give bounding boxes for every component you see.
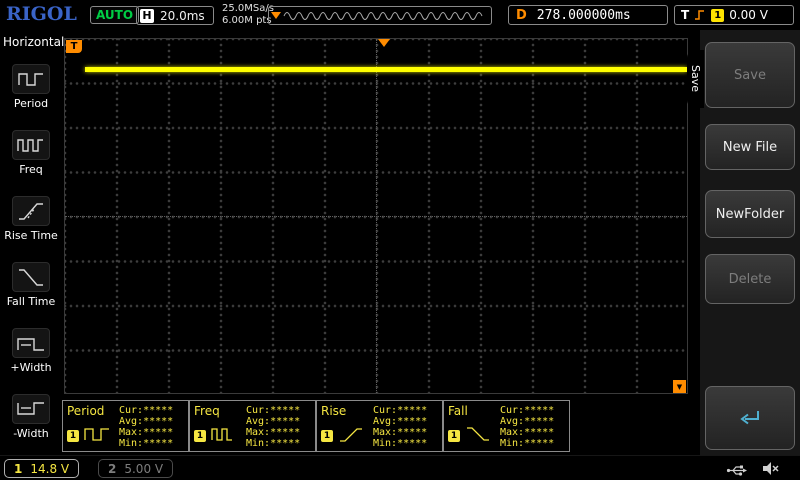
measurement-name: Fall <box>448 404 468 418</box>
minus-width-icon <box>12 394 50 424</box>
trigger-level-value: 0.00 V <box>729 8 768 22</box>
horizontal-measure-sidebar: Horizontal Period Freq Rise Time Fall Ti… <box>0 30 62 455</box>
measurement-freq: Freq 1 Cur:***** Avg:***** Max:***** Min… <box>189 400 316 452</box>
ch1-status: 1 14.8 V <box>4 459 79 478</box>
plus-width-icon <box>12 328 50 358</box>
measurement-values: Cur:***** Avg:***** Max:***** Min:***** <box>119 405 173 449</box>
ch2-status: 2 5.00 V <box>98 459 173 478</box>
trigger-level-offscreen-icon: ▼ <box>673 380 686 393</box>
measurement-name: Period <box>67 404 104 418</box>
save-tab-label: Save <box>689 65 702 92</box>
measurement-fall: Fall 1 Cur:***** Avg:***** Max:***** Min… <box>443 400 570 452</box>
measurement-values: Cur:***** Avg:***** Max:***** Min:***** <box>246 405 300 449</box>
oscilloscope-screen: RIGOL AUTO H 20.0ms 25.0MSa/s 6.00M pts … <box>0 0 800 480</box>
period-icon <box>12 64 50 94</box>
speaker-muted-icon <box>761 461 780 480</box>
sidebar-item-label: Fall Time <box>7 295 56 308</box>
measurement-name: Rise <box>321 404 346 418</box>
horizontal-readout: H 20.0ms <box>136 6 214 25</box>
sidebar-title: Horizontal <box>0 30 62 54</box>
sidebar-item-minus-width[interactable]: -Width <box>0 384 62 450</box>
ch1-number: 1 <box>14 462 22 476</box>
usb-icon <box>726 462 748 480</box>
ch2-number: 2 <box>108 462 116 476</box>
measurement-rise: Rise 1 Cur:***** Avg:***** Max:***** Min… <box>316 400 443 452</box>
sidebar-item-plus-width[interactable]: +Width <box>0 318 62 384</box>
acquisition-readout: 25.0MSa/s 6.00M pts <box>222 3 274 27</box>
sidebar-item-fall-time[interactable]: Fall Time <box>0 252 62 318</box>
sidebar-item-label: Period <box>14 97 48 110</box>
sidebar-item-label: +Width <box>10 361 51 374</box>
period-waveform-icon <box>83 423 111 449</box>
measurement-row: Period 1 Cur:***** Avg:***** Max:***** M… <box>62 400 570 452</box>
ch1-badge: 1 <box>448 430 460 442</box>
ch1-trace <box>85 67 687 72</box>
horizontal-h-icon: H <box>140 9 154 23</box>
memory-waveform-icon <box>282 8 488 24</box>
delay-d-icon: D <box>516 8 527 23</box>
ch1-badge: 1 <box>194 430 206 442</box>
trigger-slope-icon <box>694 8 706 22</box>
save-menu-tab[interactable]: Save <box>687 50 704 108</box>
fall-time-icon <box>12 262 50 292</box>
measurement-source: 1 <box>194 423 238 449</box>
run-status-badge: AUTO <box>90 6 139 24</box>
sidebar-item-label: Freq <box>19 163 43 176</box>
delay-value: 278.000000ms <box>537 8 631 23</box>
delay-readout: D 278.000000ms <box>508 5 668 25</box>
measurement-name: Freq <box>194 404 220 418</box>
trigger-source-badge: 1 <box>711 9 724 22</box>
new-file-button[interactable]: New File <box>705 124 795 170</box>
trigger-position-icon <box>378 39 390 47</box>
freq-waveform-icon <box>210 423 238 449</box>
delete-button[interactable]: Delete <box>705 254 795 304</box>
measurement-values: Cur:***** Avg:***** Max:***** Min:***** <box>500 405 554 449</box>
measurement-values: Cur:***** Avg:***** Max:***** Min:***** <box>373 405 427 449</box>
memory-position-preview <box>268 6 492 25</box>
trigger-readout: T 1 0.00 V <box>674 5 794 25</box>
new-folder-button[interactable]: NewFolder <box>705 190 795 238</box>
ch1-badge: 1 <box>67 430 79 442</box>
measurement-source: 1 <box>448 423 492 449</box>
center-horizontal-gridline <box>65 216 687 217</box>
sidebar-item-freq[interactable]: Freq <box>0 120 62 186</box>
sidebar-item-label: Rise Time <box>4 229 58 242</box>
channel-status-bar: 1 14.8 V 2 5.00 V <box>0 455 800 480</box>
trigger-time-marker-icon: T <box>66 40 82 53</box>
fall-waveform-icon <box>464 423 492 449</box>
measurement-source: 1 <box>321 423 365 449</box>
trigger-t-label: T <box>681 8 689 22</box>
waveform-display: T ▼ <box>64 38 688 394</box>
ch2-scale-value: 5.00 V <box>124 462 163 476</box>
rigol-logo: RIGOL <box>6 3 77 25</box>
ch1-badge: 1 <box>321 430 333 442</box>
return-button[interactable] <box>705 386 795 450</box>
rise-waveform-icon <box>337 423 365 449</box>
sidebar-item-label: -Width <box>13 427 48 440</box>
ch1-scale-value: 14.8 V <box>30 462 69 476</box>
top-status-bar: RIGOL AUTO H 20.0ms 25.0MSa/s 6.00M pts … <box>0 0 800 30</box>
measurement-period: Period 1 Cur:***** Avg:***** Max:***** M… <box>62 400 189 452</box>
memory-trigger-marker-icon <box>271 12 281 19</box>
freq-icon <box>12 130 50 160</box>
sample-rate-value: 25.0MSa/s <box>222 3 274 15</box>
sidebar-item-rise-time[interactable]: Rise Time <box>0 186 62 252</box>
rise-time-icon <box>12 196 50 226</box>
sidebar-item-period[interactable]: Period <box>0 54 62 120</box>
measurement-source: 1 <box>67 423 111 449</box>
timebase-value: 20.0ms <box>160 9 205 23</box>
enter-arrow-icon <box>736 408 764 428</box>
softkey-menu-panel: Save New File NewFolder Delete <box>700 30 800 455</box>
save-button[interactable]: Save <box>705 42 795 108</box>
memory-depth-value: 6.00M pts <box>222 15 274 27</box>
